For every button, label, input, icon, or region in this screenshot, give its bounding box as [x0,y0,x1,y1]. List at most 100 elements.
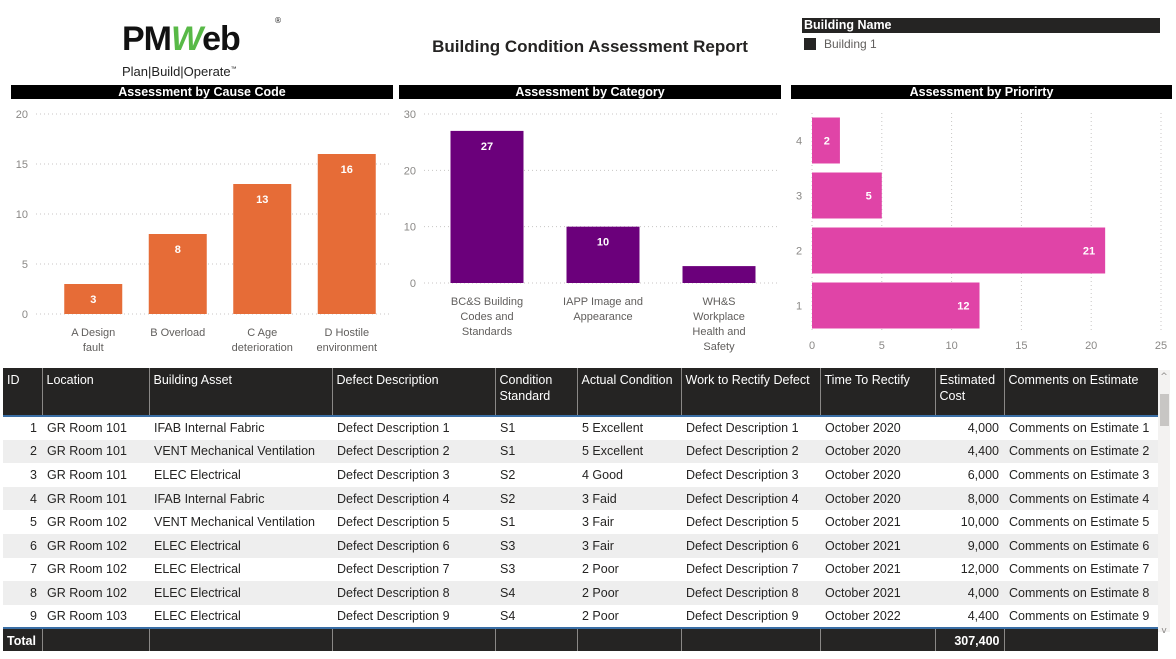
cell-actual-condition: 5 Excellent [577,439,681,464]
data-label: 5 [866,191,872,203]
column-header-work-to-rectify-defect[interactable]: Work to Rectify Defect [680,368,820,417]
cell-building-asset: ELEC Electrical [149,533,332,558]
table-row[interactable]: 4 GR Room 101 IFAB Internal Fabric Defect D… [3,486,1158,511]
cell-time-to-rectify: October 2022 [820,604,935,629]
x-tick-label: 20 [1085,340,1097,352]
cell-location: GR Room 102 [42,533,149,558]
table-row[interactable]: 9 GR Room 103 ELEC Electrical Defect Descri… [3,604,1158,629]
cell-estimated-cost: 4,000 [935,581,1004,605]
cell-id: 5 [3,510,42,534]
column-header-time-to-rectify[interactable]: Time To Rectify [819,368,935,417]
bar [566,226,640,283]
cell-actual-condition: 2 Poor [577,581,681,605]
table-total-row: Total 307,400 [3,627,1158,651]
cell-work-to-rectify-defect: Defect Description 5 [681,510,820,534]
slicer-header: Building Name [802,18,1160,33]
cell-condition-standard: S1 [495,510,577,534]
cell-defect-description: Defect Description 2 [332,439,495,464]
cell-actual-condition: 3 Fair [577,510,681,534]
cell-time-to-rectify: October 2020 [820,486,935,511]
x-tick-label: 25 [1155,340,1167,352]
column-header-defect-description[interactable]: Defect Description [331,368,495,417]
y-tick-label: 20 [404,165,416,177]
slicer-item-building-1[interactable]: Building 1 [802,37,1160,51]
scroll-up-icon[interactable]: ^ [1158,370,1170,384]
cell-location: GR Room 101 [42,439,149,464]
table-header-row: ID Location Building Asset Defect Descripti… [3,368,1158,417]
cell-building-asset: ELEC Electrical [149,463,332,487]
cell-id: 3 [3,463,42,487]
cell-work-to-rectify-defect: Defect Description 7 [681,557,820,582]
bar [682,266,756,283]
total-cell [494,627,577,651]
y-tick-label: 0 [22,309,28,321]
cell-defect-description: Defect Description 9 [332,604,495,629]
y-category-label: 1 [796,301,802,313]
x-category-label: A Design [71,327,115,339]
y-tick-label: 30 [404,109,416,121]
total-estimated-cost: 307,400 [934,627,1004,651]
cell-defect-description: Defect Description 7 [332,557,495,582]
column-header-estimated-cost[interactable]: Estimated Cost [934,368,1004,417]
cell-estimated-cost: 9,000 [935,533,1004,558]
table-row[interactable]: 7 GR Room 102 ELEC Electrical Defect Descri… [3,557,1158,582]
column-header-building-asset[interactable]: Building Asset [148,368,332,417]
cell-comments-on-estimate: Comments on Estimate 2 [1004,439,1158,464]
table-scrollbar[interactable]: ^ v [1158,370,1170,636]
x-category-label: Safety [703,341,735,353]
cell-location: GR Room 102 [42,581,149,605]
table-row[interactable]: 3 GR Room 101 ELEC Electrical Defect Descri… [3,463,1158,487]
x-category-label: Codes and [460,311,513,323]
total-cell [41,627,149,651]
column-header-condition-standard[interactable]: Condition Standard [494,368,577,417]
x-category-label: deterioration [232,342,293,354]
chart-priority: Assessment by Priorirty 0 5 10 15 20 25 2 4 5 3 21… [791,85,1172,357]
scrollbar-thumb[interactable] [1160,394,1169,426]
cell-actual-condition: 2 Poor [577,557,681,582]
cell-time-to-rectify: October 2020 [820,416,935,440]
cell-location: GR Room 102 [42,557,149,582]
chart-title: Assessment by Category [399,85,781,99]
x-category-label: BC&S Building [451,296,523,308]
logo-brand-w: W [171,20,203,58]
cell-comments-on-estimate: Comments on Estimate 3 [1004,463,1158,487]
x-category-label: B Overload [150,327,205,339]
cell-defect-description: Defect Description 6 [332,533,495,558]
pmweb-logo: PMWeb ® Plan|Build|Operate™ [120,16,290,80]
bar [812,282,980,329]
scroll-down-icon[interactable]: v [1158,624,1170,638]
table-row[interactable]: 8 GR Room 102 ELEC Electrical Defect Descri… [3,581,1158,605]
cell-building-asset: VENT Mechanical Ventilation [149,439,332,464]
cell-actual-condition: 3 Faid [577,486,681,511]
cell-comments-on-estimate: Comments on Estimate 5 [1004,510,1158,534]
table-row[interactable]: 5 GR Room 102 VENT Mechanical Ventilation D… [3,510,1158,534]
cell-condition-standard: S1 [495,416,577,440]
column-header-comments-on-estimate[interactable]: Comments on Estimate [1003,368,1158,417]
cell-location: GR Room 101 [42,416,149,440]
x-category-label: Workplace [693,311,745,323]
column-header-location[interactable]: Location [41,368,149,417]
assessment-table: ID Location Building Asset Defect Descripti… [3,368,1158,651]
table-row[interactable]: 2 GR Room 101 VENT Mechanical Ventilation D… [3,439,1158,464]
checkbox-icon[interactable] [804,38,816,50]
cell-id: 4 [3,486,42,511]
table-row[interactable]: 1 GR Room 101 IFAB Internal Fabric Defect D… [3,416,1158,440]
column-header-actual-condition[interactable]: Actual Condition [576,368,681,417]
x-tick-label: 0 [809,340,815,352]
x-category-label: environment [316,342,377,354]
cell-estimated-cost: 4,400 [935,439,1004,464]
cell-comments-on-estimate: Comments on Estimate 6 [1004,533,1158,558]
column-header-id[interactable]: ID [3,368,42,417]
cell-building-asset: IFAB Internal Fabric [149,486,332,511]
y-tick-label: 5 [22,259,28,271]
cell-condition-standard: S4 [495,604,577,629]
cell-work-to-rectify-defect: Defect Description 4 [681,486,820,511]
cell-building-asset: ELEC Electrical [149,557,332,582]
table-row[interactable]: 6 GR Room 102 ELEC Electrical Defect Descri… [3,533,1158,558]
data-label: 21 [1083,246,1095,258]
cell-condition-standard: S4 [495,581,577,605]
chart-cause-code: Assessment by Cause Code 0 5 10 15 20 3 A Desi… [11,85,393,357]
cell-condition-standard: S2 [495,486,577,511]
data-label: 27 [481,141,493,153]
cell-comments-on-estimate: Comments on Estimate 4 [1004,486,1158,511]
